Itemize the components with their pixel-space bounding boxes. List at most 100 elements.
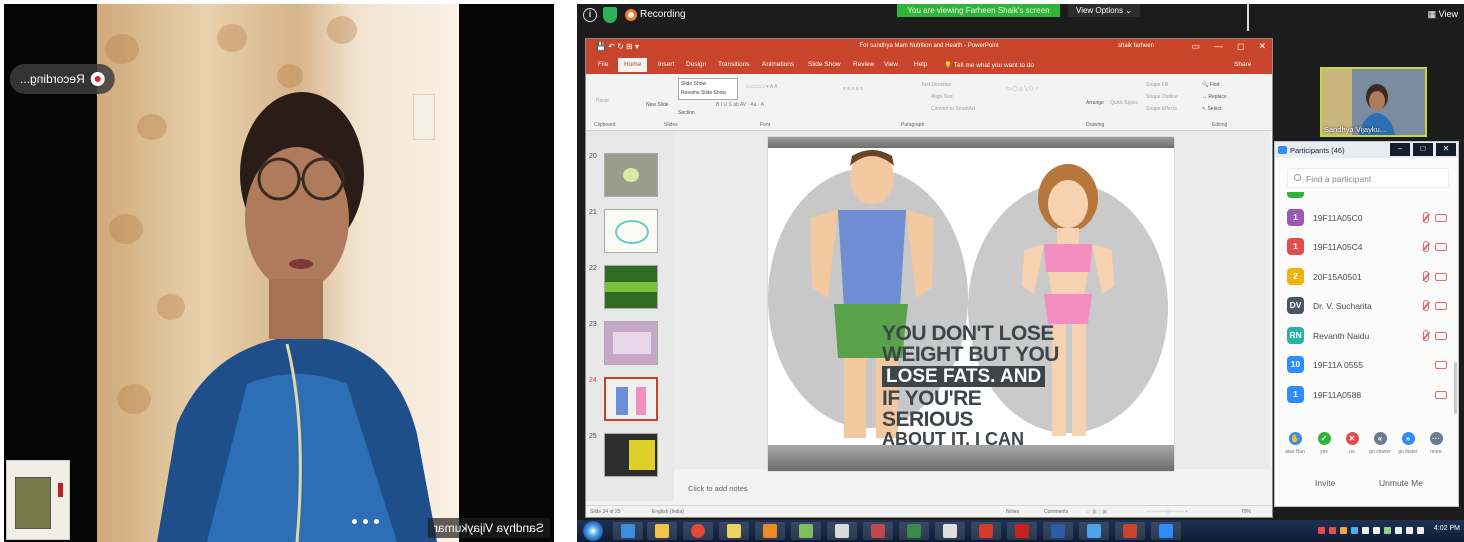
go-faster-button[interactable]: » go faster <box>1393 432 1423 455</box>
replace-button[interactable]: ↔ Replace <box>1202 94 1227 100</box>
slide-thumbnail-25[interactable] <box>604 433 658 477</box>
app-icon[interactable] <box>1079 522 1109 540</box>
participant-row[interactable]: DV Dr. V. Sucharita <box>1275 293 1458 319</box>
view-button[interactable]: ▦ View <box>1428 9 1458 20</box>
folder-icon[interactable] <box>647 522 677 540</box>
select-label: Select <box>1207 106 1222 112</box>
notes-pane[interactable]: Click to add notes <box>674 479 1270 499</box>
shape-outline[interactable]: Shape Outline <box>1146 94 1178 100</box>
tab-file[interactable]: File <box>598 61 608 68</box>
slide-show-dropdown[interactable]: Slide Show Resume Slide Show <box>678 78 738 100</box>
shape-fill[interactable]: Shape Fill <box>1146 82 1168 88</box>
find-button[interactable]: 🔍 Find <box>1202 82 1219 88</box>
start-button[interactable] <box>583 521 603 541</box>
text-direction[interactable]: Text Direction <box>921 82 951 88</box>
font-name-box[interactable]: ▭▭▭▭ ▾ A A <box>746 84 777 90</box>
paint-icon[interactable] <box>935 522 965 540</box>
app-icon[interactable] <box>863 522 893 540</box>
quick-styles-button[interactable]: Quick Styles <box>1110 100 1138 106</box>
current-slide[interactable]: YOU DON'T LOSE WEIGHT BUT YOU LOSE FATS.… <box>768 137 1174 471</box>
view-options-button[interactable]: View Options ⌄ <box>1068 4 1140 17</box>
info-icon[interactable]: i <box>583 8 597 22</box>
system-tray[interactable] <box>1318 527 1424 534</box>
zoom-icon[interactable] <box>1151 522 1181 540</box>
word-icon[interactable] <box>1043 522 1073 540</box>
app-icon[interactable] <box>899 522 929 540</box>
notes-toggle[interactable]: Notes <box>1006 509 1019 515</box>
muted-mic-icon[interactable] <box>1423 241 1429 252</box>
zoom-slider[interactable]: — ———|——— + <box>1146 509 1188 515</box>
yes-button[interactable]: ✓ yes <box>1309 432 1339 455</box>
language-status[interactable]: English (India) <box>652 509 684 515</box>
shape-effects[interactable]: Shape Effects <box>1146 106 1177 112</box>
participant-row[interactable]: 1 19F11A05C4 <box>1275 234 1458 260</box>
window-controls[interactable]: ▭ — ◻ ✕ <box>1191 41 1266 52</box>
close-icon[interactable]: ✕ <box>1436 143 1456 156</box>
minimize-icon[interactable]: – <box>1390 143 1410 156</box>
slide-show-item[interactable]: Slide Show <box>681 80 735 89</box>
muted-mic-icon[interactable] <box>1423 212 1429 223</box>
comments-toggle[interactable]: Comments <box>1044 509 1068 515</box>
arrange-button[interactable]: Arrange <box>1086 100 1104 106</box>
self-video-thumbnail[interactable]: Sandhya Vijayku... <box>1320 67 1427 137</box>
muted-mic-icon[interactable] <box>1423 330 1429 341</box>
tab-slide-show[interactable]: Slide Show <box>808 61 841 68</box>
taskbar-clock[interactable]: 4:02 PM <box>1434 525 1460 532</box>
tab-transitions[interactable]: Transitions <box>718 61 750 68</box>
tab-review[interactable]: Review <box>853 61 874 68</box>
participant-search-input[interactable]: Find a participant <box>1287 168 1449 188</box>
view-mode-buttons[interactable]: ▭ ▦ ▯ ▣ <box>1086 509 1107 515</box>
slide-thumbnail-21[interactable] <box>604 209 658 253</box>
participant-row[interactable]: 10 19F11A 0555 <box>1275 352 1458 378</box>
shield-icon[interactable] <box>603 7 617 23</box>
app-icon[interactable] <box>827 522 857 540</box>
more-button[interactable]: ··· more <box>1421 432 1451 455</box>
acrobat-icon[interactable] <box>1007 522 1037 540</box>
no-button[interactable]: ✕ no <box>1337 432 1367 455</box>
new-slide-button[interactable]: New Slide <box>646 102 669 108</box>
participant-row[interactable]: 1 19F11A05C0 <box>1275 205 1458 231</box>
maximize-icon[interactable]: □ <box>1413 143 1433 156</box>
muted-mic-icon[interactable] <box>1423 271 1429 282</box>
participant-row[interactable]: 1 19F11A0588 <box>1275 382 1458 408</box>
go-slower-button[interactable]: « go slower <box>1365 432 1395 455</box>
zoom-level[interactable]: 79% <box>1241 509 1251 515</box>
shapes-gallery[interactable]: ▭ ◯ △ ╲ ⬠ ☆ <box>1006 86 1039 92</box>
share-button[interactable]: Share <box>1234 61 1251 68</box>
ie-icon[interactable] <box>613 522 643 540</box>
tab-help[interactable]: Help <box>914 61 927 68</box>
paragraph-buttons[interactable]: ≡ ≡ ≡ ≡ ≡ <box>843 86 863 92</box>
tell-me-search[interactable]: 💡 Tell me what you want to do <box>944 61 1034 69</box>
scrollbar[interactable] <box>1454 362 1457 414</box>
convert-smartart[interactable]: Convert to SmartArt <box>931 106 975 112</box>
app-icon[interactable] <box>791 522 821 540</box>
tab-home[interactable]: Home <box>618 58 648 72</box>
explorer-icon[interactable] <box>719 522 749 540</box>
section-button[interactable]: Section <box>678 110 695 116</box>
slide-thumbnail-23[interactable] <box>604 321 658 365</box>
font-format-buttons[interactable]: B I U S ab AV · Aa · A <box>716 102 764 108</box>
slide-thumbnail-22[interactable] <box>604 265 658 309</box>
invite-button[interactable]: Invite <box>1315 478 1335 488</box>
media-icon[interactable] <box>755 522 785 540</box>
app-icon[interactable] <box>971 522 1001 540</box>
chrome-icon[interactable] <box>683 522 713 540</box>
select-button[interactable]: ↖ Select <box>1202 106 1222 112</box>
participant-row[interactable]: 2 20F15A0501 <box>1275 264 1458 290</box>
participant-row[interactable]: RN Revanth Naidu <box>1275 323 1458 349</box>
paste-button[interactable]: Paste <box>596 98 609 104</box>
muted-mic-icon[interactable] <box>1423 300 1429 311</box>
tab-animations[interactable]: Animations <box>762 61 794 68</box>
raise-hand-button[interactable]: ✋ aise Han <box>1280 432 1310 455</box>
resume-slide-show-item[interactable]: Resume Slide Show <box>681 89 735 98</box>
user-name[interactable]: shaik farheen <box>1118 43 1154 49</box>
mini-video-thumbnail[interactable] <box>6 460 70 540</box>
tab-design[interactable]: Design <box>686 61 706 68</box>
tab-insert[interactable]: Insert <box>658 61 674 68</box>
powerpoint-icon[interactable] <box>1115 522 1145 540</box>
align-text[interactable]: Align Text <box>931 94 953 100</box>
slide-thumbnail-20[interactable] <box>604 153 658 197</box>
tab-view[interactable]: View <box>884 61 898 68</box>
unmute-me-button[interactable]: Unmute Me <box>1379 478 1423 488</box>
slide-thumbnail-24-selected[interactable] <box>604 377 658 421</box>
